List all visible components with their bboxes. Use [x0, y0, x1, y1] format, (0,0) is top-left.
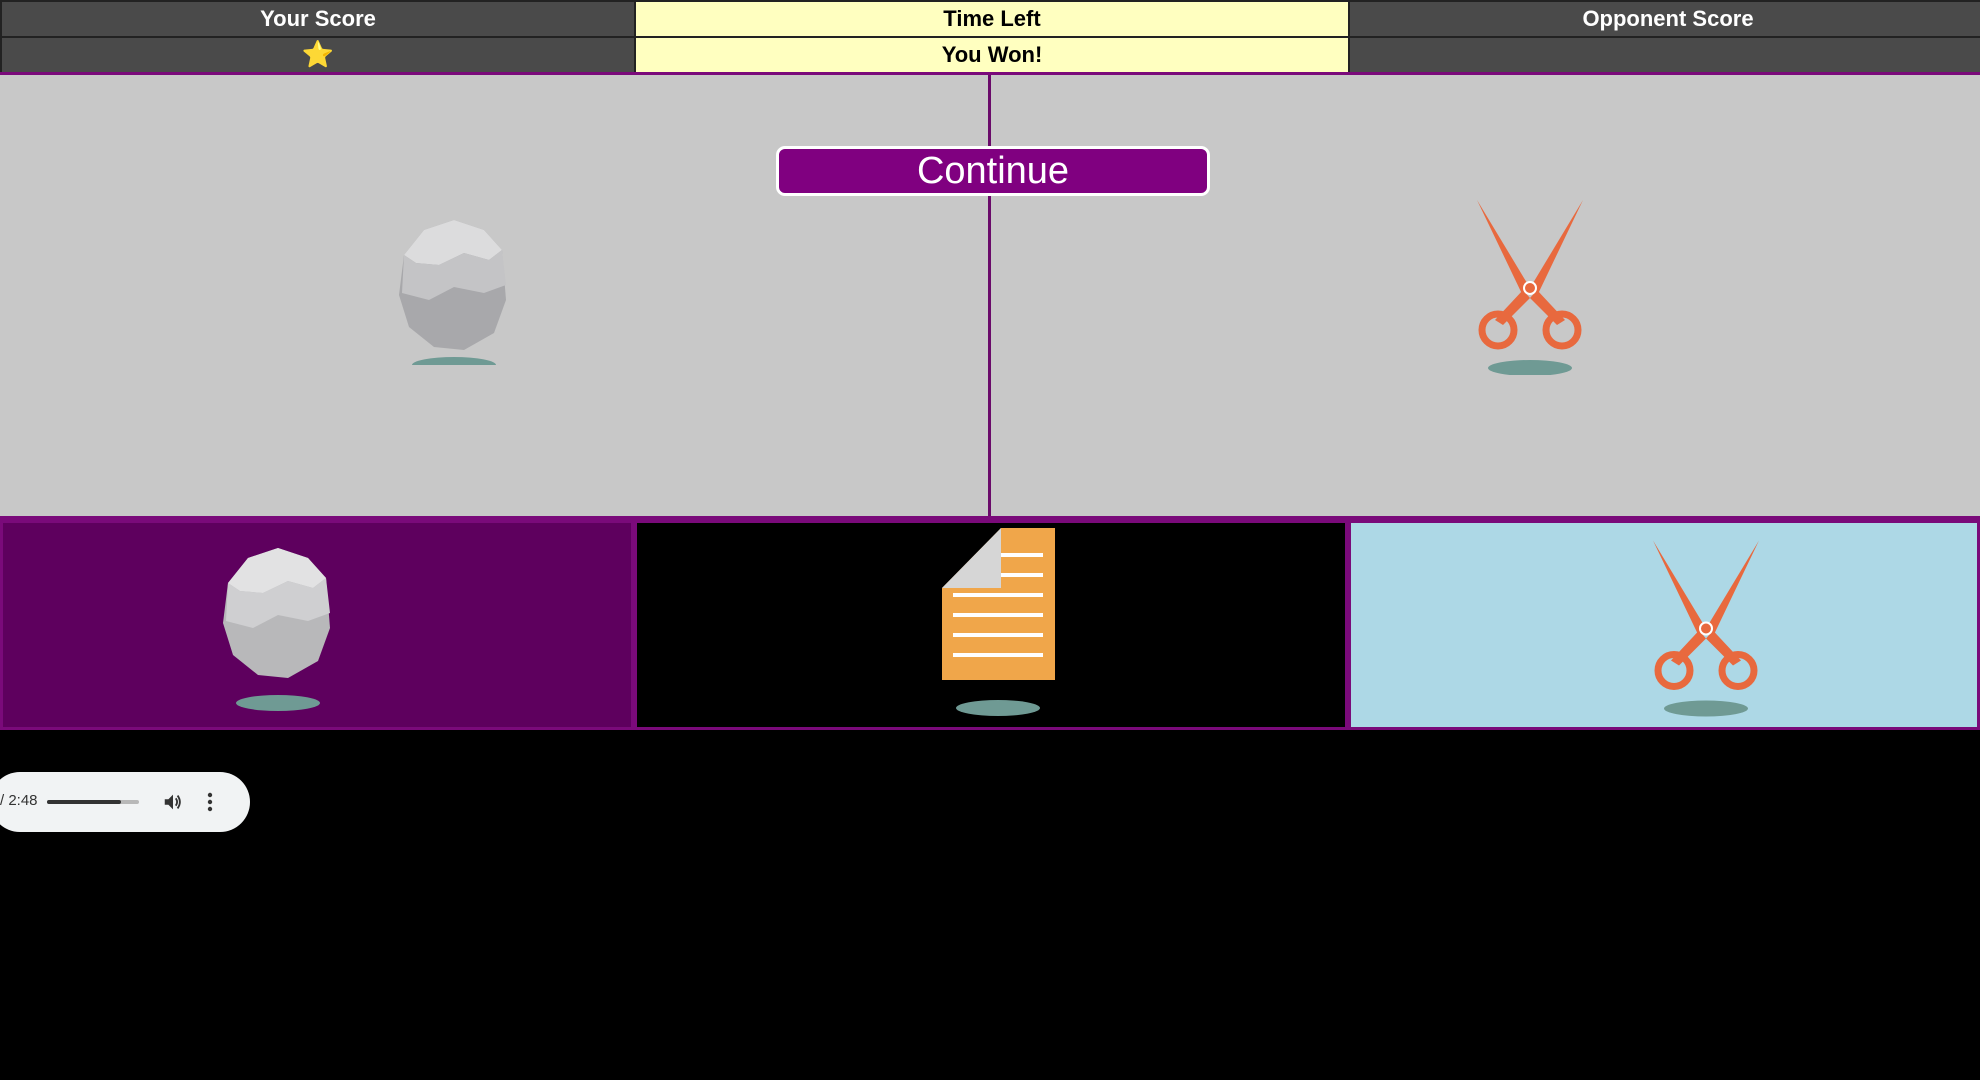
choice-rock[interactable]: [0, 520, 634, 730]
audio-progress-fill: [47, 800, 121, 804]
continue-button[interactable]: Continue: [776, 146, 1210, 196]
more-options-icon[interactable]: [202, 790, 218, 814]
audio-player: / 2:48: [0, 772, 250, 832]
opponent-score-header: Opponent Score: [1348, 0, 1980, 38]
battle-arena: Continue: [0, 72, 1980, 520]
scoreboard: Your Score Time Left Opponent Score ⭐ Yo…: [0, 0, 1980, 74]
opponent-scissors-icon: [1477, 200, 1583, 375]
choice-scissors[interactable]: [1348, 520, 1980, 730]
rock-icon: [223, 548, 330, 711]
audio-seek-bar[interactable]: [47, 800, 139, 804]
star-icon: ⭐: [301, 39, 335, 69]
volume-icon[interactable]: [162, 791, 184, 813]
your-score-header: Your Score: [0, 0, 636, 38]
opponent-score-value: [1348, 36, 1980, 74]
choice-paper[interactable]: [634, 520, 1348, 730]
paper-icon: [942, 528, 1055, 716]
game-status: You Won!: [634, 36, 1350, 74]
audio-time-display: / 2:48: [0, 792, 38, 809]
your-score-value: ⭐: [0, 36, 636, 74]
time-left-header: Time Left: [634, 0, 1350, 38]
arena-divider: [988, 75, 991, 516]
choice-bar: [0, 520, 1980, 730]
player-rock-icon: [399, 220, 506, 365]
scissors-icon: [1653, 540, 1759, 717]
